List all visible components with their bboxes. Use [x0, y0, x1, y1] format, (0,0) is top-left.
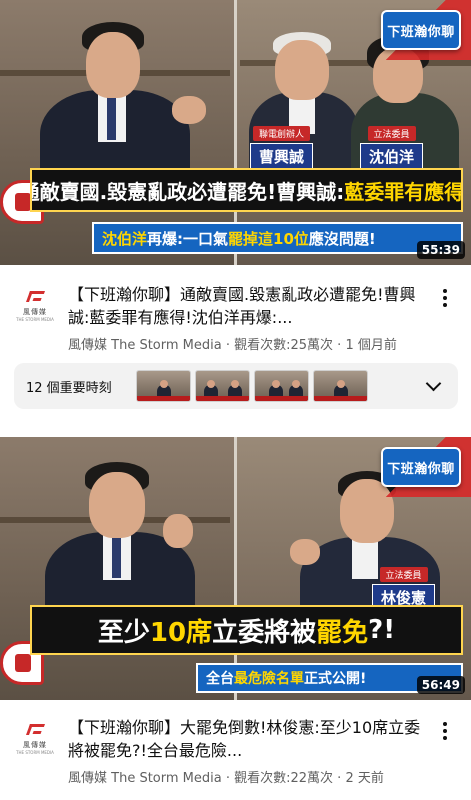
channel-logo-text: 風傳媒 [23, 740, 47, 749]
channel-name[interactable]: 風傳媒 The Storm Media [68, 338, 222, 353]
video-duration: 55:39 [416, 241, 465, 259]
channel-name[interactable]: 風傳媒 The Storm Media [68, 771, 222, 786]
guest-name-tag: 立法委員 林俊憲 [372, 563, 436, 611]
view-count: 觀看次數:25萬次 [234, 338, 334, 353]
channel-avatar[interactable]: 風傳媒 THE STORM MEDIA [16, 287, 54, 325]
guest-role: 聯電創辦人 [253, 126, 311, 141]
more-vert-icon[interactable] [431, 716, 459, 740]
channel-avatar[interactable]: 風傳媒 THE STORM MEDIA [16, 720, 54, 758]
key-moments-bar[interactable]: 12 個重要時刻 [14, 363, 458, 409]
video-details[interactable]: 【下班瀚你聊】大罷免倒數!林俊憲:至少10席立委將被罷免?!全台最危險... 風… [68, 716, 423, 786]
guest-name: 沈伯洋 [360, 143, 424, 170]
meta-separator: · [221, 338, 235, 353]
upload-age: 1 個月前 [345, 338, 397, 353]
video-feed: 下班瀚你聊 聯電創辦人 曹興誠 立法委員 沈伯洋 通敵賣國.毀憲亂政必遭罷免!曹… [0, 0, 471, 800]
video-thumbnail[interactable]: 下班瀚你聊 聯電創辦人 曹興誠 立法委員 沈伯洋 通敵賣國.毀憲亂政必遭罷免!曹… [0, 0, 471, 265]
key-moment-frame[interactable] [313, 370, 368, 402]
video-stats: 風傳媒 The Storm Media · 觀看次數:22萬次 · 2 天前 [68, 767, 423, 786]
more-vert-icon[interactable] [431, 283, 459, 307]
key-moments-label: 12 個重要時刻 [26, 380, 112, 396]
guest-role: 立法委員 [379, 567, 428, 582]
video-title[interactable]: 【下班瀚你聊】大罷免倒數!林俊憲:至少10席立委將被罷免?!全台最危險... [68, 716, 423, 762]
guest-name: 曹興誠 [250, 143, 314, 170]
show-logo-badge: 下班瀚你聊 [381, 10, 461, 50]
guest-role: 立法委員 [367, 126, 416, 141]
video-duration: 56:49 [416, 676, 465, 694]
show-logo-badge: 下班瀚你聊 [381, 447, 461, 487]
thumbnail-subline: 沈伯洋 再爆:一口氣 罷掉這10位 應沒問題! [92, 222, 463, 254]
video-details[interactable]: 【下班瀚你聊】通敵賣國.毀憲亂政必遭罷免!曹興誠:藍委罪有應得!沈伯洋再爆:..… [68, 283, 423, 353]
host-figure [40, 20, 230, 200]
storm-media-logo-icon [26, 291, 44, 305]
meta-separator: · [333, 771, 346, 786]
storm-media-logo-icon [26, 724, 44, 738]
video-thumbnail[interactable]: 下班瀚你聊 立法委員 林俊憲 至少 10席 立委將被 罷免?! 全台 最危險名單 正式公開… [0, 437, 471, 700]
channel-logo-text: 風傳媒 [23, 307, 47, 316]
guest-name-tag: 立法委員 沈伯洋 [360, 122, 424, 170]
channel-logo-subtext: THE STORM MEDIA [16, 749, 54, 755]
upload-age: 2 天前 [345, 771, 384, 786]
guest-name-tag: 聯電創辦人 曹興誠 [250, 122, 314, 170]
meta-separator: · [221, 771, 235, 786]
thumbnail-headline: 至少 10席 立委將被 罷免?! [30, 605, 463, 655]
video-title[interactable]: 【下班瀚你聊】通敵賣國.毀憲亂政必遭罷免!曹興誠:藍委罪有應得!沈伯洋再爆:..… [68, 283, 423, 329]
thumbnail-divider [234, 437, 237, 700]
key-moments-frames [136, 370, 422, 402]
thumbnail-headline: 通敵賣國.毀憲亂政必遭罷免!曹興誠: 藍委罪有應得! [30, 168, 463, 212]
key-moment-frame[interactable] [254, 370, 309, 402]
video-meta: 風傳媒 THE STORM MEDIA 【下班瀚你聊】通敵賣國.毀憲亂政必遭罷免… [0, 283, 471, 353]
key-moment-frame[interactable] [195, 370, 250, 402]
channel-logo-subtext: THE STORM MEDIA [16, 316, 54, 322]
key-moment-frame[interactable] [136, 370, 191, 402]
chevron-down-icon[interactable] [422, 374, 446, 398]
video-stats: 風傳媒 The Storm Media · 觀看次數:25萬次 · 1 個月前 [68, 334, 423, 353]
meta-separator: · [333, 338, 346, 353]
view-count: 觀看次數:22萬次 [234, 771, 334, 786]
video-meta: 風傳媒 THE STORM MEDIA 【下班瀚你聊】大罷免倒數!林俊憲:至少1… [0, 716, 471, 786]
